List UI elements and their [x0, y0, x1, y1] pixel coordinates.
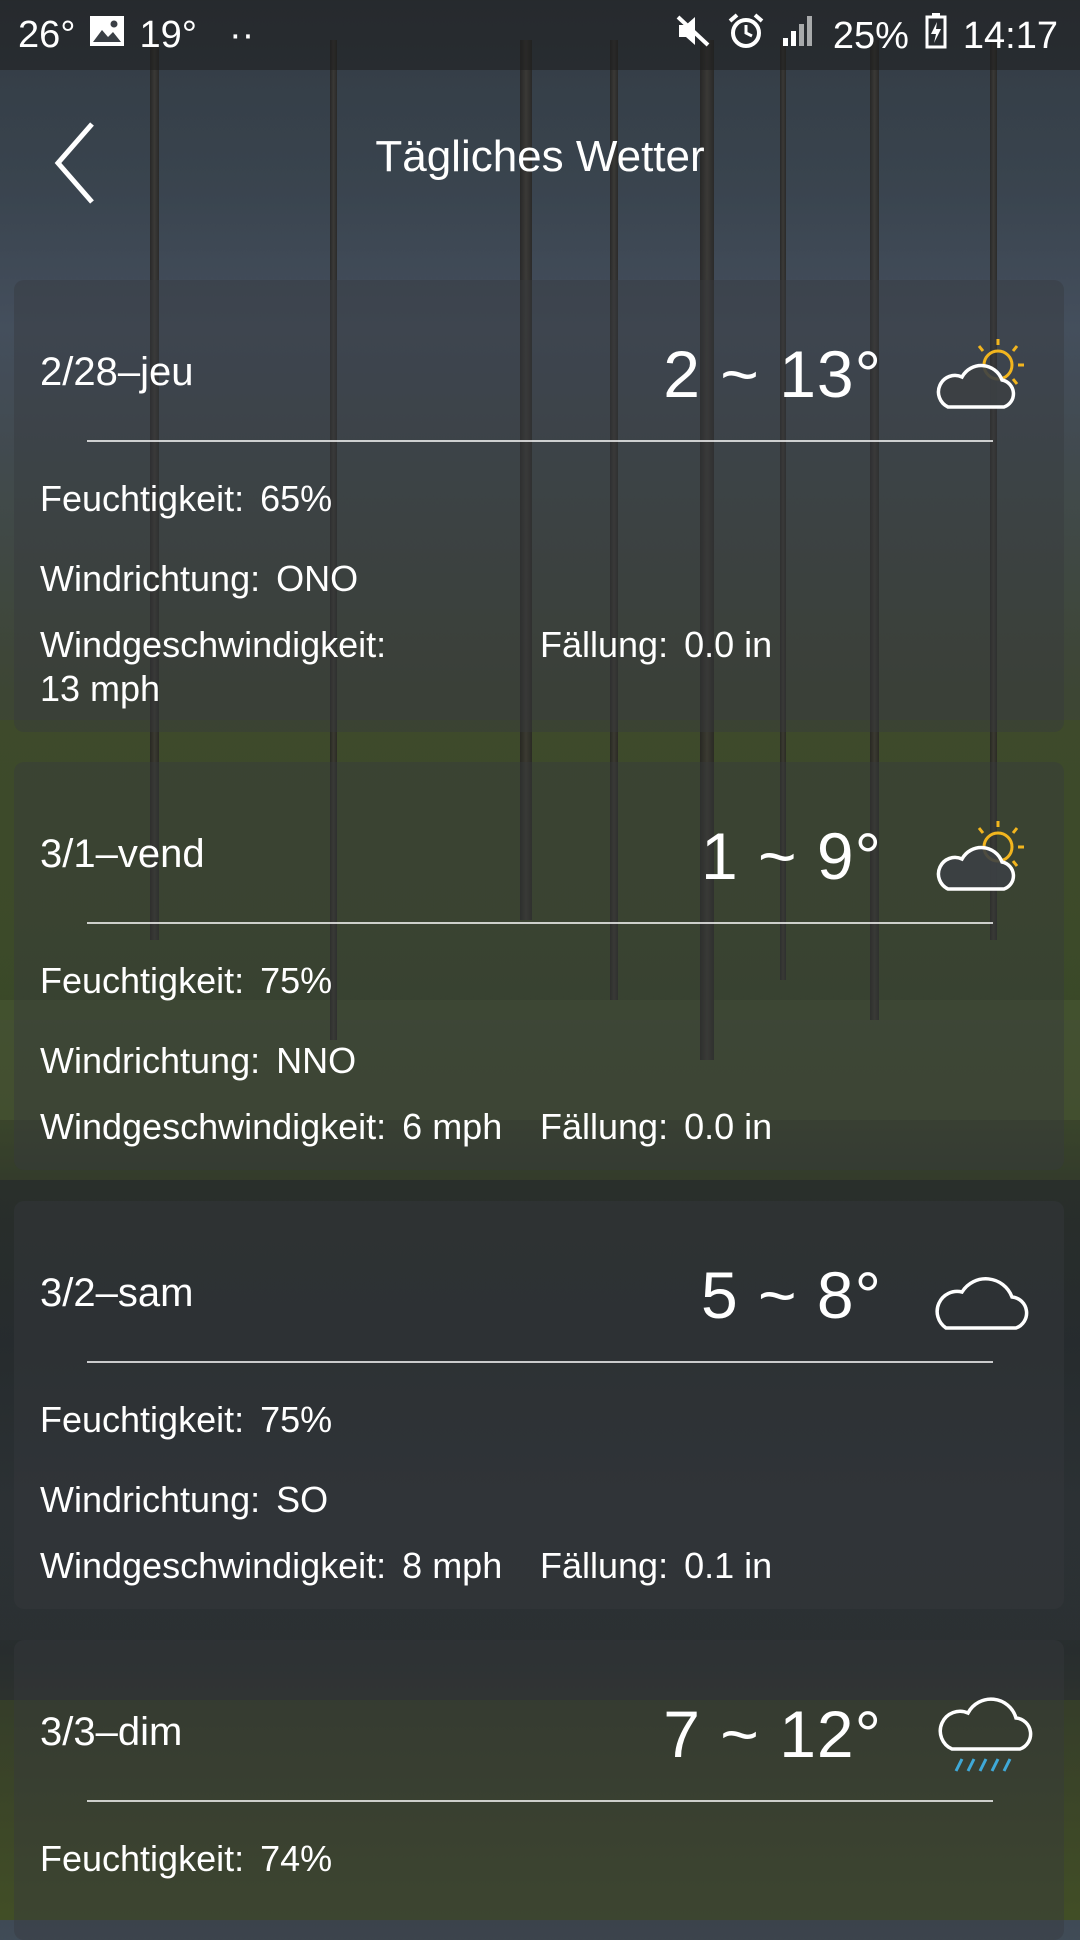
- humidity-row: Feuchtigkeit: 74%: [40, 1838, 332, 1880]
- app-header: Tägliches Wetter: [0, 70, 1080, 250]
- day-date: 3/1–vend: [40, 832, 205, 876]
- wind-speed-row: Windgeschwindigkeit: 6 mph: [40, 1106, 502, 1148]
- day-card[interactable]: 3/3–dim 7 ~ 12° Feuchtigkeit: 74%: [14, 1640, 1064, 1940]
- status-temp-2: 19°: [139, 14, 197, 56]
- precipitation-label: Fällung:: [540, 624, 669, 665]
- day-card[interactable]: 2/28–jeu 2 ~ 13° Feuchtigkeit: 65% Windri…: [14, 280, 1064, 732]
- precipitation-label: Fällung:: [540, 1106, 669, 1147]
- humidity-value: 74%: [260, 1838, 333, 1879]
- wind-speed-label: Windgeschwindigkeit:: [40, 1545, 387, 1586]
- wind-direction-row: Windrichtung: SO: [40, 1479, 328, 1521]
- day-temp-range: 5 ~ 8°: [700, 1258, 882, 1332]
- humidity-row: Feuchtigkeit: 65%: [40, 478, 332, 520]
- wind-direction-value: NNO: [276, 1040, 357, 1081]
- wind-speed-value: 6 mph: [402, 1106, 503, 1147]
- battery-charging-icon: [925, 13, 947, 59]
- wind-speed-label: Windgeschwindigkeit:: [40, 624, 387, 665]
- wind-direction-row: Windrichtung: NNO: [40, 1040, 356, 1082]
- day-temp-range: 1 ~ 9°: [700, 819, 882, 893]
- day-date: 2/28–jeu: [40, 350, 194, 394]
- page-title: Tägliches Wetter: [375, 132, 705, 181]
- wind-speed-row: Windgeschwindigkeit: 8 mph: [40, 1545, 502, 1587]
- day-card[interactable]: 3/2–sam 5 ~ 8° Feuchtigkeit: 75% Windrich…: [14, 1201, 1064, 1609]
- day-card[interactable]: 3/1–vend 1 ~ 9° Feuchtigkeit: 75% Windric…: [14, 762, 1064, 1170]
- humidity-label: Feuchtigkeit:: [40, 960, 245, 1001]
- humidity-label: Feuchtigkeit:: [40, 1399, 245, 1440]
- cloud-icon: [926, 1246, 1038, 1346]
- wind-speed-row: Windgeschwindigkeit:: [40, 624, 402, 666]
- wind-speed-label: Windgeschwindigkeit:: [40, 1106, 387, 1147]
- precipitation-value: 0.0 in: [684, 624, 773, 665]
- wind-direction-label: Windrichtung:: [40, 1479, 261, 1520]
- divider: [87, 440, 993, 442]
- battery-percent: 25%: [832, 14, 909, 57]
- day-date: 3/2–sam: [40, 1271, 194, 1315]
- rain-icon: [926, 1685, 1038, 1785]
- day-temp-range: 7 ~ 12°: [663, 1697, 882, 1771]
- partly-sunny-icon: [926, 807, 1038, 907]
- precipitation-value: 0.0 in: [684, 1106, 773, 1147]
- signal-icon: [781, 14, 817, 58]
- precipitation-row: Fällung: 0.0 in: [540, 1106, 772, 1148]
- wind-direction-label: Windrichtung:: [40, 558, 261, 599]
- precipitation-label: Fällung:: [540, 1545, 669, 1586]
- mute-icon: [675, 13, 711, 59]
- humidity-value: 75%: [260, 1399, 333, 1440]
- wind-speed-value: 8 mph: [402, 1545, 503, 1586]
- alarm-icon: [727, 12, 765, 60]
- status-temp-1: 26°: [18, 14, 76, 56]
- image-icon: [89, 14, 125, 57]
- wind-direction-label: Windrichtung:: [40, 1040, 261, 1081]
- humidity-row: Feuchtigkeit: 75%: [40, 1399, 332, 1441]
- divider: [87, 1800, 993, 1802]
- clock: 14:17: [962, 14, 1058, 57]
- humidity-value: 75%: [260, 960, 333, 1001]
- day-date: 3/3–dim: [40, 1710, 183, 1754]
- wind-direction-value: ONO: [276, 558, 359, 599]
- humidity-row: Feuchtigkeit: 75%: [40, 960, 332, 1002]
- humidity-label: Feuchtigkeit:: [40, 478, 245, 519]
- precipitation-row: Fällung: 0.0 in: [540, 624, 772, 666]
- divider: [87, 1361, 993, 1363]
- day-temp-range: 2 ~ 13°: [663, 337, 882, 411]
- wind-speed-value: 13 mph: [40, 668, 161, 709]
- wind-direction-value: SO: [276, 1479, 329, 1520]
- status-dots: ··: [228, 14, 255, 56]
- humidity-value: 65%: [260, 478, 333, 519]
- divider: [87, 922, 993, 924]
- status-bar: 26° 19° ·· 25% 14:17: [0, 0, 1080, 70]
- partly-sunny-icon: [926, 325, 1038, 425]
- humidity-label: Feuchtigkeit:: [40, 1838, 245, 1879]
- precipitation-value: 0.1 in: [684, 1545, 773, 1586]
- wind-direction-row: Windrichtung: ONO: [40, 558, 358, 600]
- precipitation-row: Fällung: 0.1 in: [540, 1545, 772, 1587]
